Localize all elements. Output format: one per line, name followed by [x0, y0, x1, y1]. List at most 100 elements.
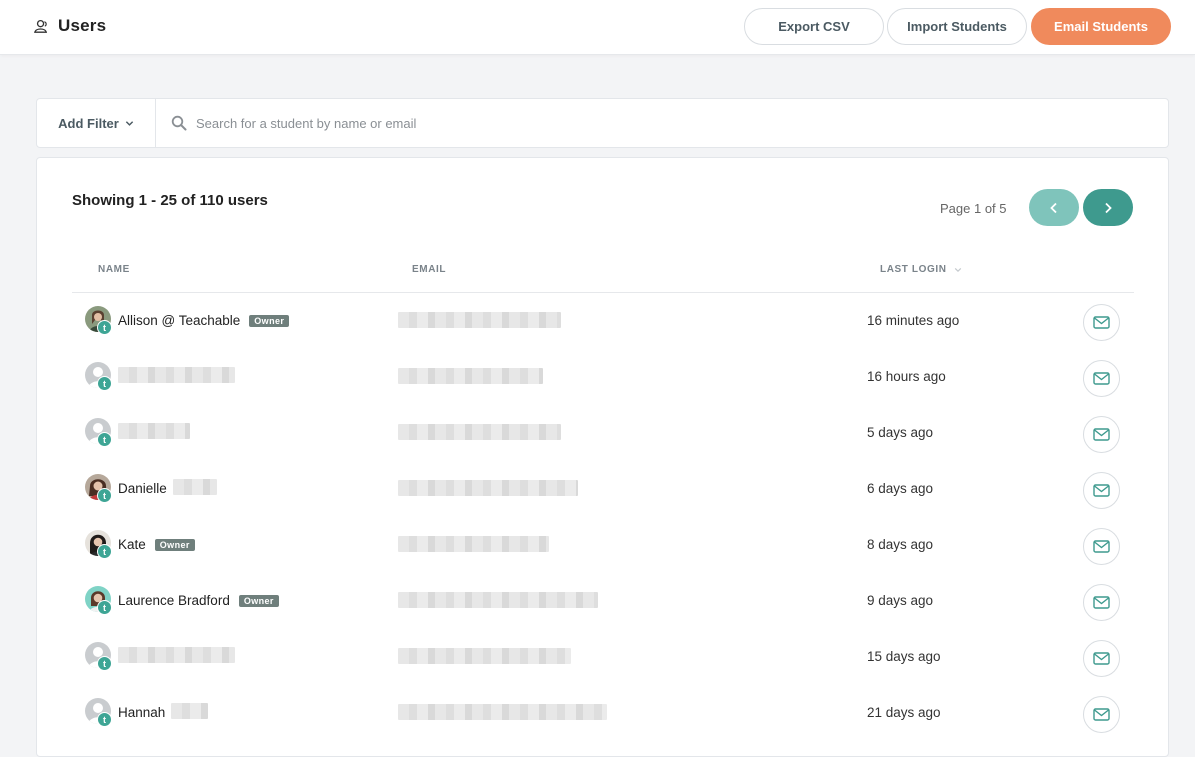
- email-user-button[interactable]: [1083, 416, 1120, 453]
- users-table: t Allison @ Teachable Owner 16 minutes a…: [72, 294, 1134, 742]
- teachable-badge: t: [97, 712, 112, 727]
- previous-page-button[interactable]: [1029, 189, 1079, 226]
- teachable-badge: t: [97, 656, 112, 671]
- envelope-icon: [1093, 484, 1110, 497]
- top-bar: Users Export CSV Import Students Email S…: [0, 0, 1195, 55]
- users-icon: [34, 19, 48, 33]
- envelope-icon: [1093, 708, 1110, 721]
- email-user-button[interactable]: [1083, 584, 1120, 621]
- user-name[interactable]: Danielle: [118, 481, 167, 496]
- email-redacted: [398, 312, 561, 328]
- table-row: t Laurence Bradford Owner 9 days ago: [72, 574, 1134, 630]
- table-row: t 5 days ago: [72, 406, 1134, 462]
- owner-badge: Owner: [154, 538, 195, 551]
- envelope-icon: [1093, 540, 1110, 553]
- email-redacted: [398, 424, 561, 440]
- user-name-text: Danielle: [118, 481, 167, 496]
- email-redacted: [398, 480, 578, 496]
- teachable-badge: t: [97, 320, 112, 335]
- email-redacted: [398, 704, 607, 720]
- sort-chevron-icon: [954, 267, 961, 272]
- users-panel: Showing 1 - 25 of 110 users Page 1 of 5 …: [36, 157, 1169, 757]
- add-filter-dropdown[interactable]: Add Filter: [37, 99, 156, 147]
- last-login: 21 days ago: [867, 705, 941, 720]
- email-redacted: [398, 648, 571, 664]
- avatar: t: [85, 642, 112, 671]
- last-login: 16 minutes ago: [867, 313, 960, 328]
- user-name[interactable]: Kate Owner: [118, 537, 195, 552]
- user-name[interactable]: Hannah: [118, 705, 165, 720]
- last-login: 5 days ago: [867, 425, 934, 440]
- email-redacted: [398, 536, 549, 552]
- email-user-button[interactable]: [1083, 640, 1120, 677]
- column-header-last-login-label: LAST LOGIN: [880, 264, 947, 275]
- search-input[interactable]: [196, 115, 1096, 131]
- page-title: Users: [58, 16, 107, 35]
- name-redacted: [171, 703, 208, 719]
- table-row: t Hannah 21 days ago: [72, 686, 1134, 742]
- user-name-text: Kate: [118, 537, 146, 552]
- avatar: t: [85, 306, 112, 335]
- user-name-text: Allison @ Teachable: [118, 313, 241, 328]
- table-header: NAME EMAIL LAST LOGIN: [72, 257, 1134, 293]
- search-area: [156, 99, 1168, 147]
- teachable-badge: t: [97, 432, 112, 447]
- email-user-button[interactable]: [1083, 360, 1120, 397]
- user-name-text: Laurence Bradford: [118, 593, 230, 608]
- avatar: t: [85, 418, 112, 447]
- teachable-badge: t: [97, 376, 112, 391]
- import-students-button[interactable]: Import Students: [887, 8, 1027, 45]
- page-indicator: Page 1 of 5: [940, 201, 1007, 216]
- avatar: t: [85, 698, 112, 727]
- email-user-button[interactable]: [1083, 472, 1120, 509]
- envelope-icon: [1093, 316, 1110, 329]
- avatar: t: [85, 362, 112, 391]
- email-user-button[interactable]: [1083, 304, 1120, 341]
- next-page-button[interactable]: [1083, 189, 1133, 226]
- teachable-badge: t: [97, 600, 112, 615]
- user-name[interactable]: Laurence Bradford Owner: [118, 593, 279, 608]
- search-icon: [171, 115, 187, 131]
- user-name[interactable]: Allison @ Teachable Owner: [118, 313, 290, 328]
- last-login: 6 days ago: [867, 481, 934, 496]
- name-redacted[interactable]: [118, 423, 190, 439]
- teachable-badge: t: [97, 488, 112, 503]
- table-row: t Kate Owner 8 days ago: [72, 518, 1134, 574]
- avatar: t: [85, 586, 112, 615]
- email-redacted: [398, 592, 598, 608]
- column-header-last-login[interactable]: LAST LOGIN: [880, 264, 962, 275]
- avatar: t: [85, 530, 112, 559]
- last-login: 9 days ago: [867, 593, 934, 608]
- column-header-name: NAME: [98, 264, 130, 275]
- envelope-icon: [1093, 372, 1110, 385]
- last-login: 8 days ago: [867, 537, 934, 552]
- owner-badge: Owner: [249, 314, 290, 327]
- avatar: t: [85, 474, 112, 503]
- user-name-text: Hannah: [118, 705, 166, 720]
- add-filter-label: Add Filter: [58, 115, 119, 131]
- table-row: t Allison @ Teachable Owner 16 minutes a…: [72, 294, 1134, 350]
- email-user-button[interactable]: [1083, 696, 1120, 733]
- filter-bar: Add Filter: [36, 98, 1169, 148]
- last-login: 16 hours ago: [867, 369, 946, 384]
- email-user-button[interactable]: [1083, 528, 1120, 565]
- chevron-left-icon: [1050, 202, 1057, 213]
- last-login: 15 days ago: [867, 649, 941, 664]
- name-redacted: [173, 479, 217, 495]
- email-redacted: [398, 368, 543, 384]
- teachable-badge: t: [97, 544, 112, 559]
- export-csv-button[interactable]: Export CSV: [744, 8, 884, 45]
- name-redacted[interactable]: [118, 647, 235, 663]
- chevron-down-icon: [125, 120, 133, 126]
- email-students-button[interactable]: Email Students: [1031, 8, 1171, 45]
- envelope-icon: [1093, 596, 1110, 609]
- table-row: t 15 days ago: [72, 630, 1134, 686]
- name-redacted[interactable]: [118, 367, 235, 383]
- envelope-icon: [1093, 428, 1110, 441]
- page-header: Users: [33, 16, 106, 36]
- results-count: Showing 1 - 25 of 110 users: [72, 192, 268, 209]
- table-row: t 16 hours ago: [72, 350, 1134, 406]
- chevron-right-icon: [1105, 202, 1112, 213]
- owner-badge: Owner: [238, 594, 279, 607]
- table-row: t Danielle 6 days ago: [72, 462, 1134, 518]
